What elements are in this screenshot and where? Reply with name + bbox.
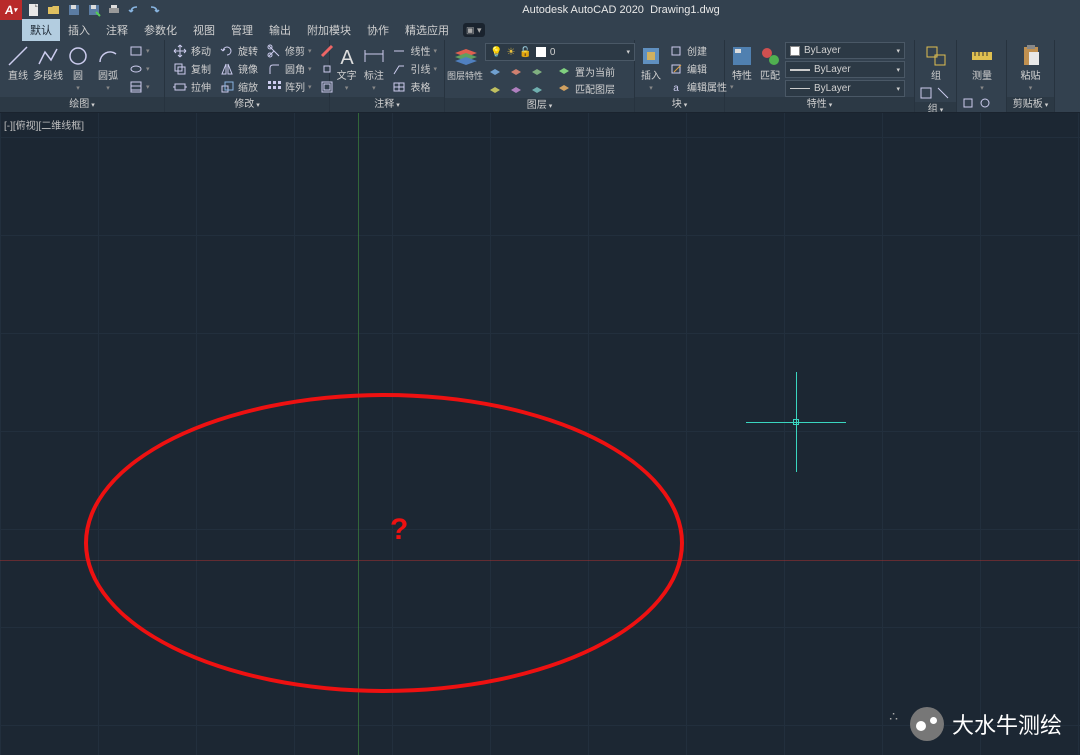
layer-color-swatch [536, 47, 546, 57]
saveas-icon[interactable] [86, 2, 102, 18]
tab-addins[interactable]: 附加模块 [299, 19, 359, 41]
mirror-button[interactable]: 镜像 [216, 60, 261, 77]
layer-icon-1[interactable] [485, 63, 505, 80]
panel-group: 组 组▾ [915, 40, 957, 112]
match-props-button[interactable]: 匹配 [757, 42, 783, 82]
panel-draw: 直线 多段线 圆▾ 圆弧▾ ▾ ▾ ▾ 绘图▾ [0, 40, 165, 112]
copy-button[interactable]: 复制 [169, 60, 214, 77]
open-icon[interactable] [46, 2, 62, 18]
sun-icon: ☀ [506, 47, 515, 58]
group-sub-1[interactable] [919, 86, 935, 102]
svg-text:A: A [340, 47, 354, 68]
layer-icon-6[interactable] [527, 81, 547, 98]
panel-clipboard: 粘贴▾ 剪贴板▾ [1007, 40, 1055, 112]
panel-annot-title[interactable]: 注释▾ [330, 97, 444, 112]
annotation-question-mark: ? [390, 513, 408, 547]
tab-collab[interactable]: 协作 [359, 19, 397, 41]
panel-layers-title[interactable]: 图层▾ [445, 98, 634, 113]
linetype-dropdown[interactable]: ByLayer▾ [785, 80, 905, 97]
fillet-button[interactable]: 圆角▾ [263, 60, 315, 77]
color-dropdown[interactable]: ByLayer▾ [785, 42, 905, 59]
wechat-icon [910, 707, 944, 741]
title-bar: A▾ Autodesk AutoCAD 2020 Drawing1.dwg [0, 0, 1080, 20]
array-button[interactable]: 阵列▾ [263, 78, 315, 95]
panel-annotation: A 文字▾ 标注▾ 线性▾ 引线▾ 表格 注释▾ [330, 40, 445, 112]
tab-view[interactable]: 视图 [185, 19, 223, 41]
circle-button[interactable]: 圆▾ [64, 42, 92, 92]
layer-props-button[interactable]: 图层特性 [449, 42, 481, 82]
util-sub-2[interactable] [978, 96, 994, 112]
dimension-button[interactable]: 标注▾ [361, 42, 386, 92]
watermark: ∴ 大水牛测绘 [889, 707, 1062, 741]
rotate-button[interactable]: 旋转 [216, 42, 261, 59]
make-current-button[interactable]: 置为当前 [553, 63, 618, 79]
svg-text:a: a [673, 83, 679, 94]
ribbon-min-toggle[interactable]: ▣ ▾ [463, 23, 485, 37]
plot-icon[interactable] [106, 2, 122, 18]
util-sub-1[interactable] [961, 96, 977, 112]
move-button[interactable]: 移动 [169, 42, 214, 59]
layer-icon-2[interactable] [506, 63, 526, 80]
layer-icon-5[interactable] [506, 81, 526, 98]
panel-block: 插入▾ 创建 编辑 a编辑属性▾ 块▾ [635, 40, 725, 112]
scale-button[interactable]: 缩放 [216, 78, 261, 95]
polyline-button[interactable]: 多段线 [34, 42, 62, 82]
props-button[interactable]: 特性 [729, 42, 755, 82]
drawing-canvas[interactable]: [-][俯视][二维线框] ? ∴ 大水牛测绘 [0, 113, 1080, 755]
tab-insert[interactable]: 插入 [60, 19, 98, 41]
leader-button[interactable]: 引线▾ [388, 60, 440, 77]
tab-annotate[interactable]: 注释 [98, 19, 136, 41]
panel-clip-title[interactable]: 剪贴板▾ [1007, 97, 1054, 112]
table-button[interactable]: 表格 [388, 78, 440, 95]
text-button[interactable]: A 文字▾ [334, 42, 359, 92]
lightbulb-icon: 💡 [490, 47, 502, 58]
annotation-ellipse [84, 393, 684, 693]
panel-utils: 测量▾ 实用工具▾ [957, 40, 1007, 112]
viewport-label[interactable]: [-][俯视][二维线框] [4, 117, 84, 132]
paste-button[interactable]: 粘贴▾ [1011, 42, 1050, 92]
redo-icon[interactable] [146, 2, 162, 18]
layer-icon-3[interactable] [527, 63, 547, 80]
arc-button[interactable]: 圆弧▾ [94, 42, 122, 92]
linear-dim-button[interactable]: 线性▾ [388, 42, 440, 59]
match-layer-button[interactable]: 匹配图层 [553, 80, 618, 96]
panel-modify: 移动 复制 拉伸 旋转 镜像 缩放 修剪▾ 圆角▾ 阵列▾ 修改▾ [165, 40, 330, 112]
panel-modify-title[interactable]: 修改▾ [165, 97, 329, 112]
panel-properties: 特性 匹配 ByLayer▾ ByLayer▾ ByLayer▾ 特性▾ [725, 40, 915, 112]
panel-draw-title[interactable]: 绘图▾ [0, 97, 164, 112]
lineweight-dropdown[interactable]: ByLayer▾ [785, 61, 905, 78]
trim-button[interactable]: 修剪▾ [263, 42, 315, 59]
panel-layers: 图层特性 💡 ☀ 🔓 0 ▾ [445, 40, 635, 112]
tab-parametric[interactable]: 参数化 [136, 19, 185, 41]
ellipse-icon[interactable]: ▾ [126, 60, 153, 77]
undo-icon[interactable] [126, 2, 142, 18]
panel-block-title[interactable]: 块▾ [635, 97, 724, 112]
layer-dropdown[interactable]: 💡 ☀ 🔓 0 ▾ [485, 43, 635, 61]
tab-featured[interactable]: 精选应用 [397, 19, 457, 41]
panel-props-title[interactable]: 特性▾ [725, 97, 914, 112]
stretch-button[interactable]: 拉伸 [169, 78, 214, 95]
group-button[interactable]: 组 [919, 42, 953, 82]
ribbon-tabs: 默认 插入 注释 参数化 视图 管理 输出 附加模块 协作 精选应用 ▣ ▾ [0, 20, 1080, 40]
tab-manage[interactable]: 管理 [223, 19, 261, 41]
rect-icon[interactable]: ▾ [126, 42, 153, 59]
lock-icon: 🔓 [519, 47, 531, 58]
tab-default[interactable]: 默认 [22, 19, 60, 41]
hatch-icon[interactable]: ▾ [126, 78, 153, 95]
title-text: Autodesk AutoCAD 2020 Drawing1.dwg [162, 4, 1080, 16]
insert-block-button[interactable]: 插入▾ [639, 42, 663, 92]
new-icon[interactable] [26, 2, 42, 18]
quick-access-toolbar [26, 2, 162, 18]
layer-icon-4[interactable] [485, 81, 505, 98]
line-button[interactable]: 直线 [4, 42, 32, 82]
app-logo[interactable]: A▾ [0, 0, 22, 20]
measure-button[interactable]: 测量▾ [961, 42, 1003, 92]
ribbon: 直线 多段线 圆▾ 圆弧▾ ▾ ▾ ▾ 绘图▾ [0, 40, 1080, 113]
panel-group-title[interactable]: 组▾ [915, 102, 956, 113]
group-sub-2[interactable] [936, 86, 952, 102]
tab-output[interactable]: 输出 [261, 19, 299, 41]
save-icon[interactable] [66, 2, 82, 18]
